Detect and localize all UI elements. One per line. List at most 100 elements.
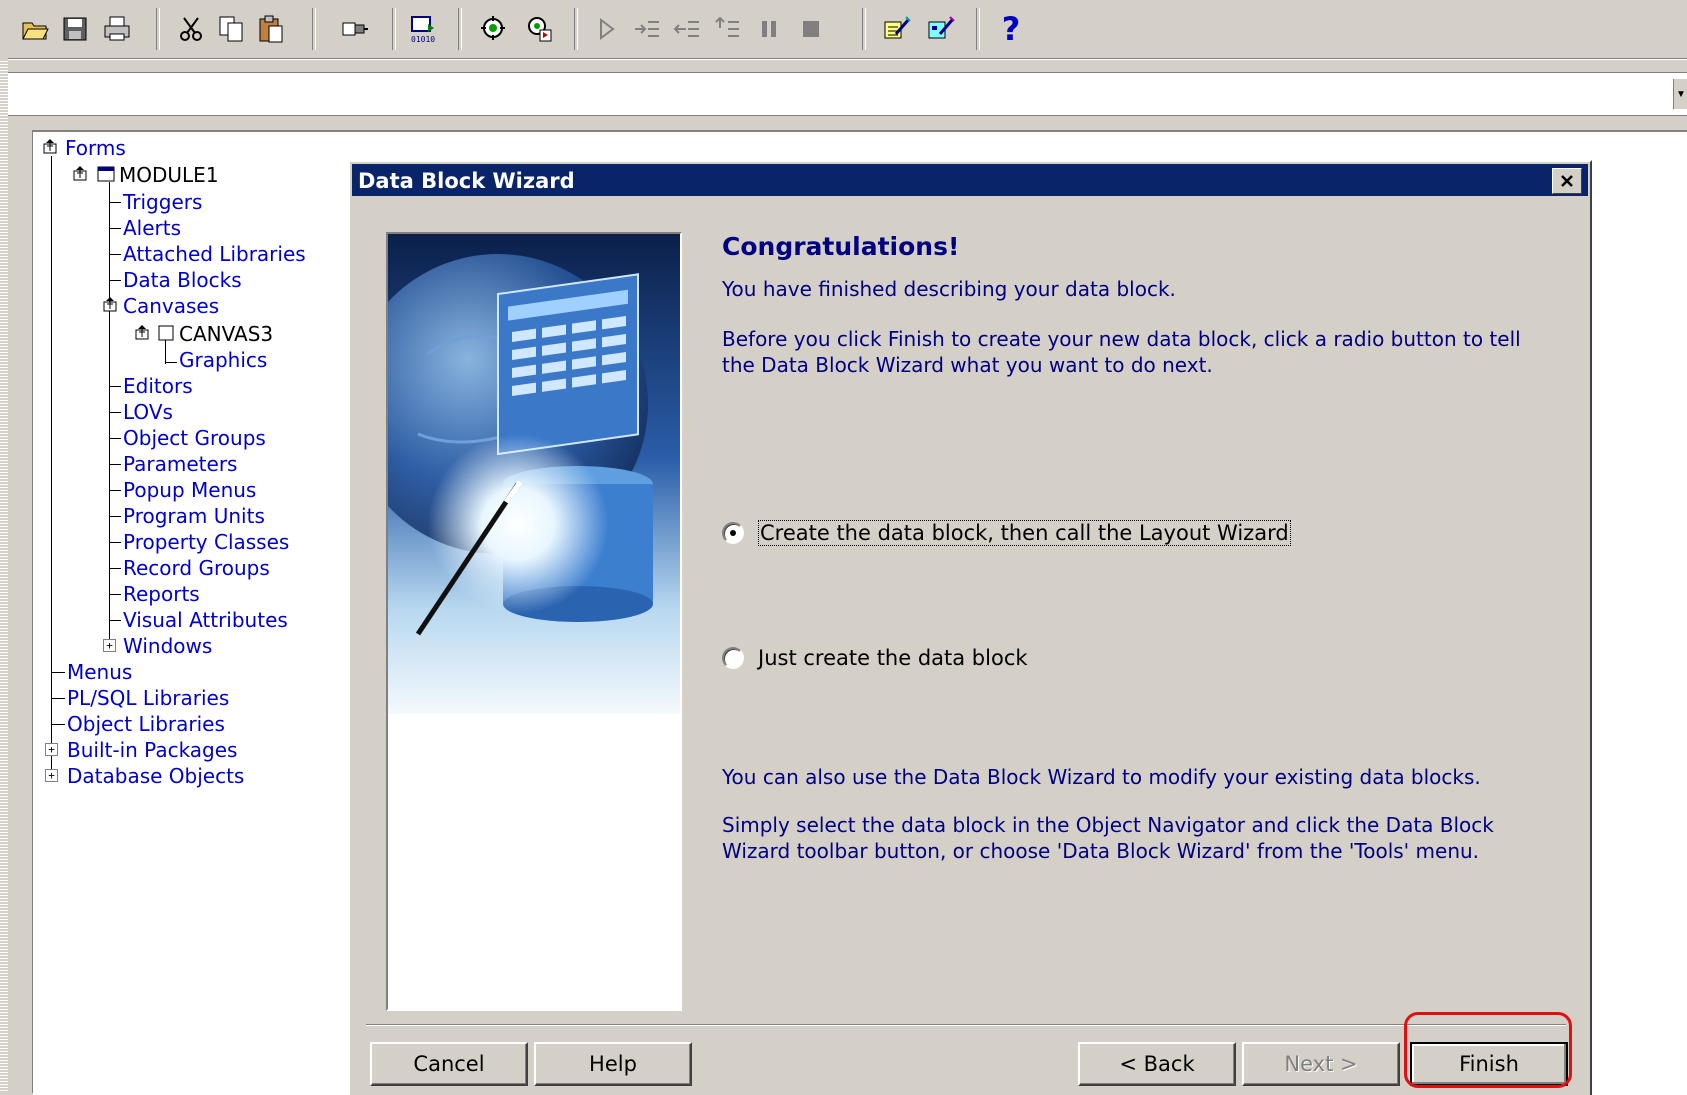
open-folder-icon[interactable] bbox=[16, 10, 54, 48]
tree-branch bbox=[109, 228, 121, 229]
nav-item-forms[interactable]: Forms bbox=[65, 136, 126, 160]
nav-item-editors[interactable]: Editors bbox=[123, 374, 193, 398]
compile-icon[interactable]: 01010 bbox=[404, 10, 442, 48]
tree-branch bbox=[109, 412, 121, 413]
data-block-wizard-icon[interactable] bbox=[878, 10, 916, 48]
back-button[interactable]: < Back bbox=[1078, 1042, 1236, 1086]
wizard-illustration-art bbox=[388, 234, 680, 1009]
paste-icon[interactable] bbox=[252, 10, 290, 48]
tree-branch bbox=[109, 464, 121, 465]
nav-item-data-blocks[interactable]: Data Blocks bbox=[123, 268, 242, 292]
canvas3-node-icon[interactable] bbox=[135, 324, 153, 342]
toolbar-separator bbox=[574, 8, 578, 50]
canvas-icon bbox=[158, 325, 174, 341]
go-icon[interactable] bbox=[588, 10, 626, 48]
select-text: Simply select the data block in the Obje… bbox=[722, 813, 1494, 863]
toolbar-separator bbox=[976, 8, 980, 50]
nav-item-lovs[interactable]: LOVs bbox=[123, 400, 173, 424]
dialog-title: Data Block Wizard bbox=[358, 169, 575, 193]
radio-option-just-create[interactable]: Just create the data block bbox=[722, 646, 1028, 670]
debug-run-icon[interactable] bbox=[520, 10, 558, 48]
finished-text: You have finished describing your data b… bbox=[722, 277, 1176, 301]
expand-windows-icon[interactable]: + bbox=[103, 639, 116, 652]
tree-branch bbox=[109, 490, 121, 491]
instruction-text: Before you click Finish to create your n… bbox=[722, 327, 1521, 377]
button-divider bbox=[366, 1024, 1566, 1026]
nav-item-windows[interactable]: Windows bbox=[123, 634, 212, 658]
module-node-icon[interactable] bbox=[73, 165, 91, 183]
radio-option-layout-wizard[interactable]: Create the data block, then call the Lay… bbox=[722, 520, 1291, 546]
radio-button-selected[interactable] bbox=[722, 522, 744, 544]
close-icon bbox=[1561, 175, 1573, 187]
close-button[interactable] bbox=[1552, 168, 1582, 194]
nav-item-menus[interactable]: Menus bbox=[67, 660, 132, 684]
connect-icon[interactable] bbox=[336, 10, 374, 48]
nav-item-program-units[interactable]: Program Units bbox=[123, 504, 265, 528]
nav-item-attached-libraries[interactable]: Attached Libraries bbox=[123, 242, 306, 266]
expand-builtin-packages-icon[interactable]: + bbox=[45, 743, 58, 756]
nav-item-database-objects[interactable]: Database Objects bbox=[67, 764, 244, 788]
tree-branch bbox=[51, 698, 65, 699]
left-dock-strip bbox=[8, 130, 33, 1093]
tree-branch bbox=[109, 280, 121, 281]
nav-item-triggers[interactable]: Triggers bbox=[123, 190, 202, 214]
congratulations-heading: Congratulations! bbox=[722, 232, 960, 261]
pause-icon[interactable] bbox=[750, 10, 788, 48]
tree-branch bbox=[109, 386, 121, 387]
nav-item-property-classes[interactable]: Property Classes bbox=[123, 530, 289, 554]
nav-item-object-groups[interactable]: Object Groups bbox=[123, 426, 266, 450]
finish-button[interactable]: Finish bbox=[1410, 1042, 1568, 1086]
print-icon[interactable] bbox=[98, 10, 136, 48]
svg-text:01010: 01010 bbox=[411, 35, 435, 44]
nav-item-graphics[interactable]: Graphics bbox=[179, 348, 267, 372]
data-block-wizard-dialog: Data Block Wizard Congratulations! You h… bbox=[348, 160, 1592, 1095]
radio-label-layout-wizard[interactable]: Create the data block, then call the Lay… bbox=[758, 520, 1291, 546]
layout-wizard-icon[interactable] bbox=[922, 10, 960, 48]
dialog-titlebar[interactable]: Data Block Wizard bbox=[352, 164, 1588, 196]
nav-item-object-libraries[interactable]: Object Libraries bbox=[67, 712, 225, 736]
nav-item-popup-menus[interactable]: Popup Menus bbox=[123, 478, 256, 502]
nav-item-record-groups[interactable]: Record Groups bbox=[123, 556, 270, 580]
context-combo[interactable]: ▼ bbox=[8, 72, 1687, 116]
nav-item-visual-attributes[interactable]: Visual Attributes bbox=[123, 608, 288, 632]
expand-database-objects-icon[interactable]: + bbox=[45, 769, 58, 782]
radio-label-just-create[interactable]: Just create the data block bbox=[758, 646, 1028, 670]
tree-branch bbox=[51, 672, 65, 673]
tree-branch bbox=[109, 594, 121, 595]
stop-icon[interactable] bbox=[792, 10, 830, 48]
nav-item-canvas3[interactable]: CANVAS3 bbox=[179, 322, 273, 346]
toolbar-separator bbox=[458, 8, 462, 50]
nav-item-module1[interactable]: MODULE1 bbox=[119, 163, 219, 187]
forms-node-icon[interactable] bbox=[43, 138, 61, 156]
tree-branch bbox=[109, 438, 121, 439]
toolbar-separator bbox=[392, 8, 396, 50]
tree-branch bbox=[109, 542, 121, 543]
next-button[interactable]: Next > bbox=[1242, 1042, 1400, 1086]
nav-item-builtin-packages[interactable]: Built-in Packages bbox=[67, 738, 237, 762]
step-into-icon[interactable] bbox=[628, 10, 666, 48]
nav-item-plsql-libraries[interactable]: PL/SQL Libraries bbox=[67, 686, 229, 710]
modify-text: You can also use the Data Block Wizard t… bbox=[722, 765, 1481, 789]
radio-button[interactable] bbox=[722, 647, 744, 669]
tree-branch bbox=[109, 516, 121, 517]
save-icon[interactable] bbox=[56, 10, 94, 48]
canvases-node-icon[interactable] bbox=[103, 296, 121, 314]
step-out-icon[interactable] bbox=[668, 10, 706, 48]
toolbar-divider bbox=[8, 58, 1687, 60]
step-over-icon[interactable] bbox=[708, 10, 746, 48]
left-dock-margin bbox=[0, 60, 8, 1093]
help-icon[interactable]: ? bbox=[992, 10, 1030, 48]
nav-item-reports[interactable]: Reports bbox=[123, 582, 200, 606]
tree-branch bbox=[109, 254, 121, 255]
help-icon-glyph: ? bbox=[1001, 10, 1021, 48]
copy-icon[interactable] bbox=[212, 10, 250, 48]
nav-item-canvases[interactable]: Canvases bbox=[123, 294, 219, 318]
cut-icon[interactable] bbox=[172, 10, 210, 48]
chevron-down-icon[interactable]: ▼ bbox=[1673, 79, 1687, 109]
tree-branch bbox=[109, 620, 121, 621]
nav-item-parameters[interactable]: Parameters bbox=[123, 452, 237, 476]
cancel-button[interactable]: Cancel bbox=[370, 1042, 528, 1086]
run-form-icon[interactable] bbox=[474, 10, 512, 48]
help-button[interactable]: Help bbox=[534, 1042, 692, 1086]
nav-item-alerts[interactable]: Alerts bbox=[123, 216, 181, 240]
